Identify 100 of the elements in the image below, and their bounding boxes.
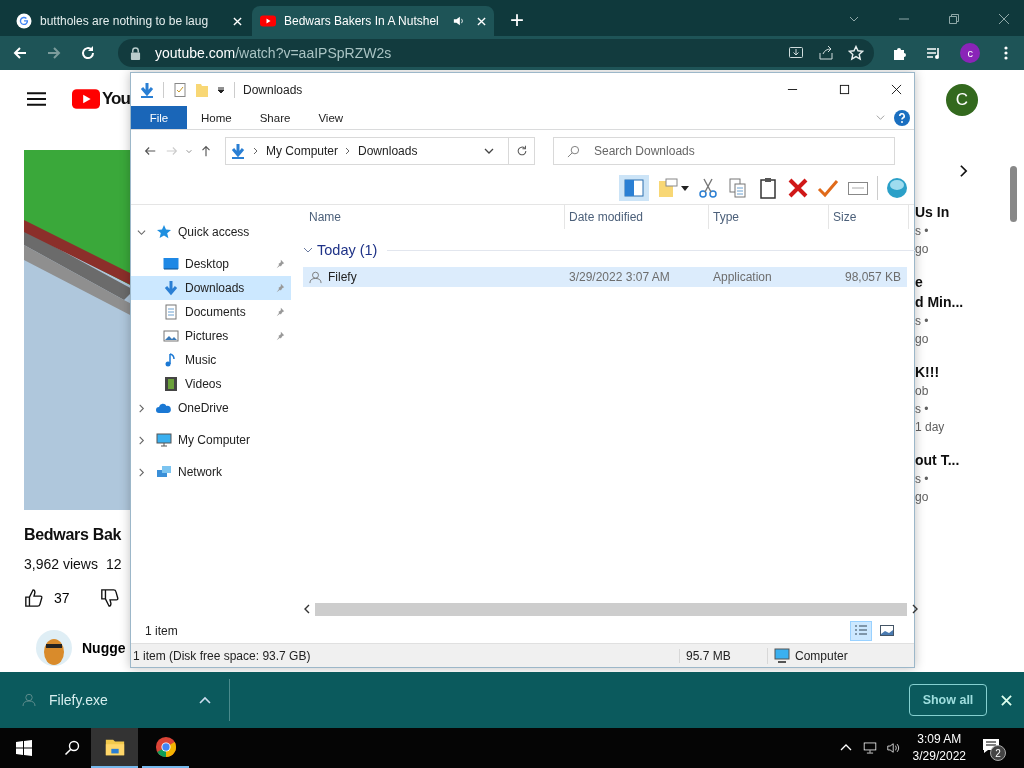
nav-item[interactable]: My Computer (131, 428, 291, 452)
download-file-name[interactable]: Filefy.exe (49, 692, 199, 708)
dislike-icon[interactable] (99, 588, 120, 608)
help-icon[interactable] (894, 109, 910, 126)
column-header[interactable]: Name (305, 205, 565, 229)
scrollbar-thumb[interactable] (1010, 166, 1017, 222)
address-bar[interactable]: My Computer Downloads (225, 137, 535, 165)
logo-text: You (102, 89, 130, 109)
nav-label: Videos (185, 377, 222, 391)
search-icon (567, 145, 580, 158)
download-icon (163, 280, 179, 296)
collapse-group-icon[interactable] (303, 245, 313, 255)
chevron-right-icon[interactable] (959, 164, 968, 178)
copy-icon[interactable] (727, 177, 749, 199)
start-icon[interactable] (16, 740, 32, 756)
nav-item[interactable]: Desktop (131, 252, 291, 276)
search-field[interactable]: Search Downloads (553, 137, 895, 165)
browser-icon (154, 736, 177, 758)
profile-avatar[interactable]: c (960, 43, 980, 63)
documents-icon (163, 304, 179, 320)
file-explorer-taskbar-button[interactable] (91, 728, 138, 768)
back-icon[interactable] (12, 45, 28, 61)
forward-icon[interactable] (46, 45, 62, 61)
caret-up-icon[interactable] (199, 696, 211, 704)
delete-icon[interactable] (787, 177, 809, 199)
ribbon-tab[interactable]: View (304, 106, 358, 129)
upload-date: 12 (105, 556, 122, 572)
ribbon-tab[interactable]: Home (187, 106, 246, 129)
nav-item[interactable]: Documents (131, 300, 291, 324)
account-avatar[interactable]: C (946, 84, 978, 116)
tab-title: Bedwars Bakers In A Nutshel (284, 14, 440, 28)
channel-name[interactable]: Nugge (82, 640, 126, 656)
nav-item[interactable]: Downloads (131, 276, 291, 300)
channel-avatar[interactable] (36, 630, 72, 666)
scrollbar-thumb[interactable] (315, 602, 907, 616)
ribbon-tab[interactable]: File (131, 106, 187, 129)
ribbon-tab[interactable]: Share (245, 106, 305, 129)
youtube-logo-icon[interactable] (72, 89, 100, 109)
breadcrumb-item[interactable]: Downloads (358, 144, 418, 158)
nav-item[interactable]: Quick access (131, 220, 291, 244)
breadcrumb-item[interactable]: My Computer (266, 144, 339, 158)
network-icon[interactable] (862, 741, 877, 755)
menu-icon[interactable] (27, 91, 46, 107)
person-icon (22, 693, 36, 707)
column-header[interactable]: Date modified (565, 205, 709, 229)
search-icon[interactable] (64, 740, 80, 756)
globe-icon[interactable] (886, 177, 908, 199)
paste-icon[interactable] (757, 177, 779, 199)
scroll-right-icon[interactable] (911, 604, 919, 614)
nav-label: Pictures (185, 329, 229, 343)
close-icon[interactable] (891, 84, 902, 95)
install-icon[interactable] (788, 45, 805, 61)
nav-item[interactable]: OneDrive (131, 396, 291, 420)
share-icon[interactable] (818, 45, 835, 61)
browser-tab[interactable]: Bedwars Bakers In A Nutshel (252, 6, 494, 36)
nav-label: Music (185, 353, 217, 367)
suggestion-title[interactable]: out T... (915, 450, 1010, 470)
scissors-icon[interactable] (697, 177, 719, 199)
restore-icon[interactable] (948, 13, 960, 25)
up-icon[interactable] (199, 144, 213, 158)
scroll-left-icon[interactable] (303, 604, 311, 614)
new-tab-button[interactable]: + (510, 6, 524, 34)
computer-icon (156, 432, 172, 448)
back-icon[interactable] (143, 144, 157, 158)
properties-icon[interactable] (172, 81, 188, 98)
lock-icon (130, 46, 141, 60)
column-header[interactable]: Type (709, 205, 829, 229)
nav-item[interactable]: Network (131, 460, 291, 484)
reload-icon[interactable] (80, 45, 96, 61)
suggestion-title[interactable]: K!!! (915, 362, 1010, 382)
expander-icon (137, 403, 146, 413)
show-all-button[interactable]: Show all (909, 684, 987, 716)
clock-time[interactable]: 3:09 AM (917, 731, 962, 748)
expander-icon (137, 467, 146, 477)
volume-icon[interactable] (886, 741, 901, 755)
suggestion-title[interactable]: e (915, 272, 1010, 292)
status-text: 1 item (Disk free space: 93.7 GB) (132, 648, 312, 663)
nav-item[interactable]: Music (131, 348, 291, 372)
caret-icon[interactable] (681, 184, 689, 192)
like-icon[interactable] (24, 588, 44, 608)
caret-icon[interactable] (216, 84, 226, 95)
address-bar[interactable]: youtube.com/watch?v=aaIPSpRZW2s (118, 39, 875, 67)
suggestion-title[interactable]: Us In (915, 202, 1010, 222)
nav-item[interactable]: Pictures (131, 324, 291, 348)
browser-tab[interactable]: buttholes are nothing to be laug (8, 6, 250, 36)
person-icon (309, 270, 322, 284)
clock-date[interactable]: 3/29/2022 (912, 748, 966, 765)
refresh-icon[interactable] (516, 145, 528, 157)
maximize-icon[interactable] (839, 84, 850, 95)
nav-item[interactable]: Videos (131, 372, 291, 396)
like-count: 37 (54, 590, 70, 606)
expander-icon (137, 227, 146, 237)
preview-pane-button[interactable] (619, 175, 649, 201)
checkmark-icon[interactable] (817, 177, 839, 199)
download-icon[interactable] (139, 81, 155, 98)
extensions-icon[interactable] (892, 45, 909, 61)
file-row[interactable]: Filefy 3/29/2022 3:07 AM Application 98,057 KB (303, 267, 907, 287)
star-icon[interactable] (848, 45, 865, 61)
column-header[interactable]: Size (829, 205, 909, 229)
suggestion-title[interactable]: d Min... (915, 292, 1010, 312)
